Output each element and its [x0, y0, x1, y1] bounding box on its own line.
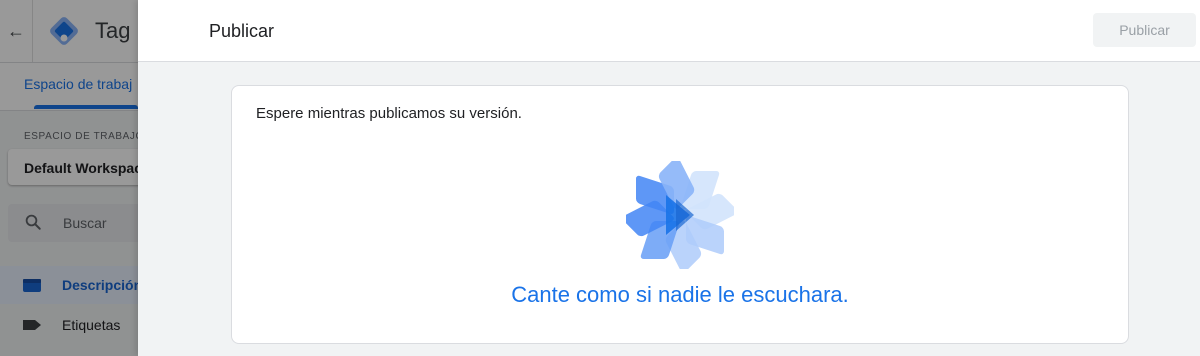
- publishing-message: Espere mientras publicamos su versión.: [256, 105, 522, 122]
- panel-title: Publicar: [209, 21, 275, 41]
- publishing-quote: Cante como si nadie le escuchara.: [511, 282, 849, 307]
- publish-panel: Publicar Publicar Espere mientras public…: [138, 0, 1200, 356]
- publish-panel-header: Publicar Publicar: [138, 0, 1200, 62]
- loading-pinwheel-icon: [626, 161, 734, 269]
- publishing-status-card: Espere mientras publicamos su versión. C…: [231, 85, 1129, 344]
- publish-button[interactable]: Publicar: [1093, 13, 1196, 47]
